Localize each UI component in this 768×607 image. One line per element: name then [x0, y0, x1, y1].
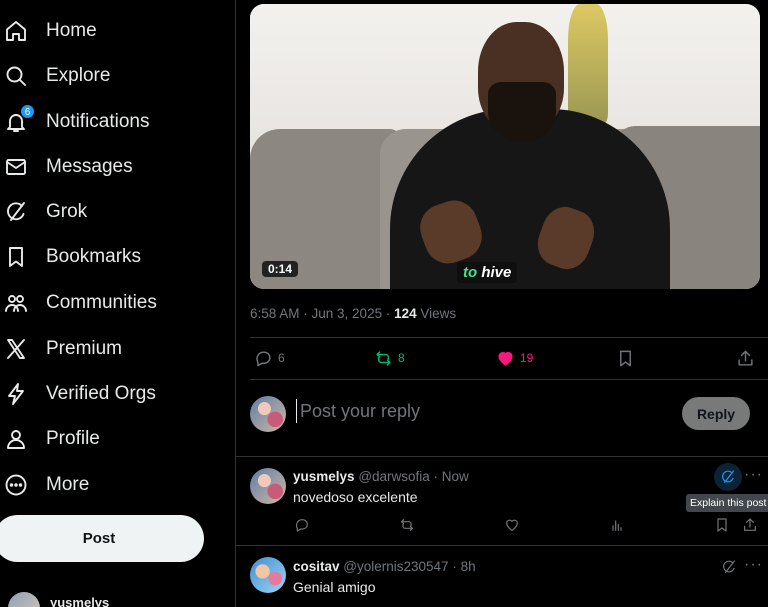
- post-views-count: 124: [394, 306, 417, 321]
- nav-label-notifications: Notifications: [46, 111, 150, 132]
- grok-icon[interactable]: [721, 559, 737, 575]
- grok-icon: [720, 469, 736, 485]
- more-circle-icon: [4, 473, 28, 497]
- reply-text: novedoso excelente: [293, 489, 418, 505]
- nav-label-explore: Explore: [46, 65, 111, 86]
- reply-text: Genial amigo: [293, 579, 376, 595]
- person-icon: [4, 427, 28, 451]
- divider: [250, 379, 768, 380]
- nav-label-messages: Messages: [46, 156, 133, 177]
- reply-header: cositav @yolernis230547 · 8h: [293, 559, 476, 574]
- share-icon: [736, 349, 755, 368]
- grok-icon: [4, 200, 28, 224]
- more-options-icon[interactable]: ···: [744, 466, 763, 484]
- heart-icon: [496, 349, 515, 368]
- reply-composer: Post your reply Reply: [250, 393, 760, 435]
- reply-input[interactable]: Post your reply: [296, 399, 420, 423]
- share-action[interactable]: [736, 340, 755, 376]
- post-meta: 6:58 AM · Jun 3, 2025 · 124 Views: [250, 306, 456, 321]
- communities-icon: [4, 291, 28, 315]
- nav-label-verified-orgs: Verified Orgs: [46, 383, 156, 404]
- reply-author-name: cositav: [293, 559, 340, 574]
- video-duration: 0:14: [262, 261, 299, 277]
- post-timestamp: 6:58 AM · Jun 3, 2025 ·: [250, 306, 395, 321]
- video-caption-highlight: to: [463, 264, 478, 281]
- bookmark-icon: [4, 245, 28, 269]
- avatar: [8, 592, 40, 607]
- post-action-bar: 6 8 19: [250, 340, 760, 376]
- nav-label-home: Home: [46, 20, 97, 41]
- explain-tooltip: Explain this post: [686, 494, 768, 512]
- reply-button[interactable]: Reply: [682, 397, 750, 430]
- nav-label-communities: Communities: [46, 292, 157, 313]
- heart-icon[interactable]: [504, 517, 520, 533]
- video-caption-rest: hive: [477, 264, 512, 281]
- divider: [250, 337, 768, 338]
- video-person-beard: [488, 82, 556, 142]
- video-player[interactable]: to hive 0:14: [250, 4, 760, 289]
- more-options-icon[interactable]: ···: [744, 556, 763, 574]
- x-logo-icon: [4, 337, 28, 361]
- repost-icon[interactable]: [399, 517, 415, 533]
- video-caption: to hive: [457, 262, 518, 283]
- avatar: [250, 557, 286, 593]
- lightning-icon: [4, 382, 28, 406]
- bell-icon: 6: [4, 104, 35, 134]
- post-detail: to hive 0:14 6:58 AM · Jun 3, 2025 · 124…: [236, 0, 768, 607]
- reply-author-handle: @yolernis230547 · 8h: [343, 559, 476, 574]
- sidebar-nav: Home Explore 6 Notifications Messages Gr…: [0, 0, 236, 607]
- reply-icon[interactable]: [294, 517, 310, 533]
- envelope-icon: [4, 155, 28, 179]
- avatar: [250, 468, 286, 504]
- nav-label-profile: Profile: [46, 428, 100, 449]
- video-plant: [568, 4, 608, 124]
- avatar: [250, 396, 286, 432]
- nav-label-bookmarks: Bookmarks: [46, 246, 142, 267]
- post-button[interactable]: Post: [0, 515, 204, 562]
- reply-action[interactable]: 6: [254, 340, 285, 376]
- reply-author-name: yusmelys: [293, 469, 355, 484]
- like-count: 19: [520, 351, 534, 365]
- bookmark-icon[interactable]: [714, 517, 730, 533]
- reply-header: yusmelys @darwsofia · Now: [293, 469, 469, 484]
- repost-action[interactable]: 8: [374, 340, 405, 376]
- bookmark-action[interactable]: [616, 340, 635, 376]
- reply-action-bar: [294, 517, 758, 533]
- nav-label-more: More: [46, 474, 90, 495]
- reply-icon: [254, 349, 273, 368]
- post-views-label: Views: [416, 306, 457, 321]
- nav-label-grok: Grok: [46, 201, 88, 222]
- notification-badge: 6: [20, 104, 35, 119]
- grok-explain-button[interactable]: [714, 463, 742, 491]
- home-icon: [4, 19, 28, 43]
- reply-author-handle: @darwsofia · Now: [358, 469, 469, 484]
- account-name: yusmelys: [50, 594, 110, 607]
- like-action[interactable]: 19: [496, 340, 533, 376]
- nav-label-premium: Premium: [46, 338, 123, 359]
- repost-icon: [374, 349, 393, 368]
- repost-count: 8: [398, 351, 405, 365]
- analytics-icon[interactable]: [609, 517, 625, 533]
- share-icon[interactable]: [742, 517, 758, 533]
- bookmark-icon: [616, 349, 635, 368]
- reply-item[interactable]: cositav @yolernis230547 · 8h Genial amig…: [236, 546, 768, 607]
- search-icon: [4, 64, 28, 88]
- reply-count: 6: [278, 351, 285, 365]
- account-switcher[interactable]: yusmelys: [8, 592, 109, 607]
